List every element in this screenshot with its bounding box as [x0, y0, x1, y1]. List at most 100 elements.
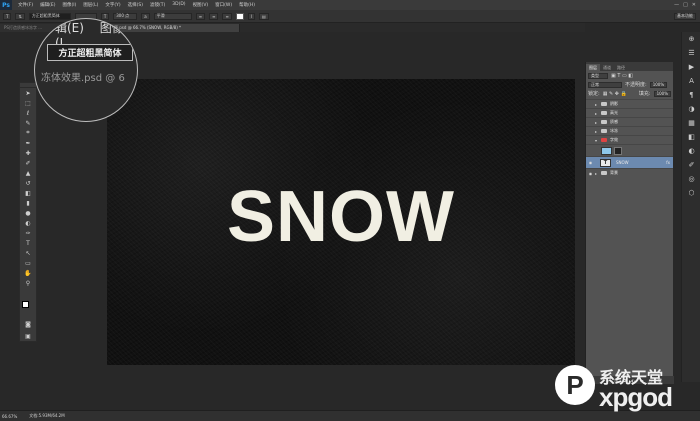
history-icon[interactable]: ☰ — [682, 46, 700, 60]
shape-tool-icon[interactable]: ▭ — [20, 258, 36, 268]
move-tool-icon[interactable]: ➤ — [20, 88, 36, 98]
photoshop-logo: Ps — [0, 0, 12, 10]
text-color-swatch[interactable] — [235, 12, 244, 20]
foreground-color-swatch[interactable] — [22, 301, 29, 308]
tab-layers[interactable]: 图层 — [586, 64, 600, 71]
actions-icon[interactable]: ▶ — [682, 60, 700, 74]
type-tool-icon[interactable]: T — [20, 238, 36, 248]
layer-row[interactable]: ▸ 冰冻 — [586, 126, 673, 135]
fill-field[interactable]: 100% — [653, 90, 671, 97]
screen-mode-icon[interactable]: ▣ — [20, 331, 36, 341]
workspace-select[interactable]: 基本功能 — [674, 12, 696, 20]
brush-tool-icon[interactable]: ✐ — [20, 158, 36, 168]
channels-icon[interactable]: ◎ — [682, 172, 700, 186]
tab-channels[interactable]: 通道 — [600, 64, 614, 71]
layer-row[interactable] — [586, 144, 673, 156]
marquee-tool-icon[interactable]: ⬚ — [20, 98, 36, 108]
hand-tool-icon[interactable]: ✋ — [20, 268, 36, 278]
navigator-icon[interactable]: ⊕ — [682, 32, 700, 46]
folder-icon — [601, 171, 607, 175]
align-right-icon[interactable]: ≡ — [222, 12, 232, 20]
menu-select[interactable]: 选择(S) — [128, 2, 143, 8]
tab-paths[interactable]: 路径 — [614, 64, 628, 71]
layer-filter-row: 类型 ▣ T ▭ ◧ — [586, 71, 673, 80]
menu-edit[interactable]: 编辑(E) — [40, 2, 55, 8]
minimize-button[interactable]: — — [674, 2, 679, 8]
layer-row[interactable]: ▸ 阴影 — [586, 99, 673, 108]
document-canvas[interactable]: SNOW — [107, 79, 575, 365]
menu-image[interactable]: 图像(I) — [62, 2, 76, 8]
tools-panel: ➤ ⬚ ℓ ✎ ⌗ ✒ ✚ ✐ ▲ ↺ ◧ ▮ ● ◐ ✑ T ↖ ▭ ✋ ⚲ … — [19, 82, 37, 342]
eraser-tool-icon[interactable]: ◧ — [20, 188, 36, 198]
tool-preset-picker[interactable]: T — [3, 12, 12, 20]
color-icon[interactable]: ◑ — [682, 102, 700, 116]
layer-kind-filter[interactable]: 类型 — [588, 72, 608, 79]
layer-name: 质感 — [610, 119, 618, 124]
pen-tool-icon[interactable]: ✑ — [20, 228, 36, 238]
character-panel-icon[interactable]: ▤ — [258, 12, 269, 20]
site-watermark: P 系统天堂 xpgod — [555, 360, 700, 415]
menu-window[interactable]: 窗口(W) — [215, 2, 232, 8]
paths-icon[interactable]: ⬡ — [682, 186, 700, 200]
character-icon[interactable]: A — [682, 74, 700, 88]
maximize-button[interactable]: □ — [683, 2, 688, 8]
lasso-tool-icon[interactable]: ℓ — [20, 108, 36, 118]
magnifier-callout: 辑(E) 图像(I 方正超粗黑简体 冻体效果.psd @ 6 — [34, 18, 138, 122]
lock-icons[interactable]: ▦ ✎ ✥ 🔒 — [603, 91, 627, 97]
opacity-field[interactable]: 100% — [649, 81, 668, 88]
healing-brush-tool-icon[interactable]: ✚ — [20, 148, 36, 158]
filter-icons[interactable]: ▣ T ▭ ◧ — [611, 73, 633, 79]
layer-mask-thumbnail[interactable] — [614, 146, 622, 155]
zoom-level[interactable]: 66.67% — [2, 414, 17, 419]
align-left-icon[interactable]: ≡ — [195, 12, 206, 20]
menu-3d[interactable]: 3D(D) — [172, 2, 185, 8]
layers-list: ▸ 阴影 ▸ 高光 ▸ 质感 ▸ 冰冻 ▾ 字效 ◉ T SNOW fx ◉ ▸… — [586, 99, 673, 177]
layer-name: 字效 — [610, 137, 618, 142]
visibility-icon[interactable]: ◉ — [586, 171, 595, 176]
styles-icon[interactable]: ◧ — [682, 130, 700, 144]
menu-help[interactable]: 帮助(H) — [239, 2, 255, 8]
dodge-tool-icon[interactable]: ◐ — [20, 218, 36, 228]
layer-row[interactable]: ▸ 质感 — [586, 117, 673, 126]
layer-name: 高光 — [610, 110, 618, 115]
layer-row[interactable]: ◉ ▸ 背景 — [586, 168, 673, 177]
eyedropper-tool-icon[interactable]: ✒ — [20, 138, 36, 148]
layer-name: 背景 — [610, 170, 618, 175]
menu-filter[interactable]: 滤镜(T) — [150, 2, 165, 8]
align-center-icon[interactable]: ≡ — [209, 12, 219, 20]
menu-file[interactable]: 文件(F) — [18, 2, 33, 8]
quick-mask-icon[interactable]: ◙ — [20, 319, 36, 329]
layer-fx-badge[interactable]: fx — [666, 160, 670, 165]
main-menu: 文件(F) 编辑(E) 图像(I) 图层(L) 文字(Y) 选择(S) 滤镜(T… — [18, 2, 255, 8]
quick-select-tool-icon[interactable]: ✎ — [20, 118, 36, 128]
anti-alias-select[interactable]: 平滑 — [153, 12, 192, 20]
path-selection-tool-icon[interactable]: ↖ — [20, 248, 36, 258]
layer-name: SNOW — [616, 160, 629, 165]
color-swatches[interactable] — [22, 301, 32, 311]
blend-mode-select[interactable]: 正常 — [588, 81, 622, 88]
close-button[interactable]: ✕ — [692, 2, 696, 8]
layer-row[interactable]: ▾ 字效 — [586, 135, 673, 144]
brush-presets-icon[interactable]: ✐ — [682, 158, 700, 172]
warp-text-icon[interactable]: Ⅰ — [247, 12, 255, 20]
menu-view[interactable]: 视图(V) — [193, 2, 209, 8]
layer-row-selected[interactable]: ◉ T SNOW fx — [586, 156, 673, 168]
menu-type[interactable]: 文字(Y) — [105, 2, 120, 8]
adjustments-icon[interactable]: ◐ — [682, 144, 700, 158]
layer-row[interactable]: ▸ 高光 — [586, 108, 673, 117]
watermark-text-en: xpgod — [599, 382, 673, 412]
paragraph-icon[interactable]: ¶ — [682, 88, 700, 102]
zoom-tool-icon[interactable]: ⚲ — [20, 278, 36, 288]
swatches-icon[interactable]: ▦ — [682, 116, 700, 130]
menu-layer[interactable]: 图层(L) — [83, 2, 98, 8]
folder-icon — [601, 111, 607, 115]
blur-tool-icon[interactable]: ● — [20, 208, 36, 218]
crop-tool-icon[interactable]: ⌗ — [20, 128, 36, 138]
clone-stamp-tool-icon[interactable]: ▲ — [20, 168, 36, 178]
layers-panel-tabs: 图层 通道 路径 — [586, 62, 673, 71]
gradient-tool-icon[interactable]: ▮ — [20, 198, 36, 208]
visibility-icon[interactable]: ◉ — [586, 160, 595, 165]
folder-icon — [601, 102, 607, 106]
text-orientation-icon[interactable]: ⇅ — [15, 12, 25, 20]
history-brush-tool-icon[interactable]: ↺ — [20, 178, 36, 188]
